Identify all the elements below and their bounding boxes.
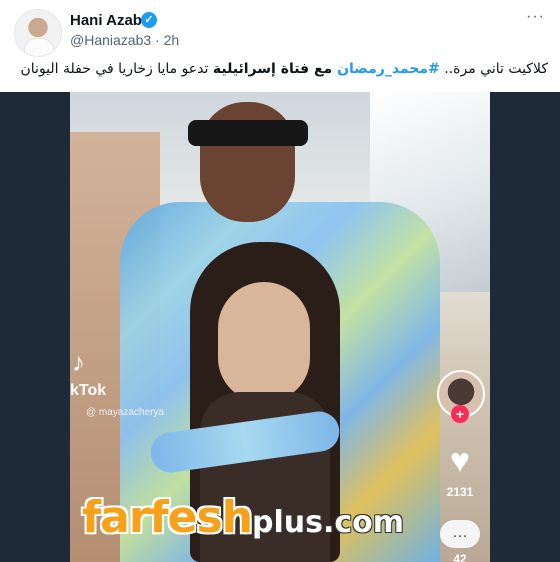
watermark-main: farfesh	[82, 492, 253, 543]
tiktok-handle: @ mayazacherya	[86, 407, 164, 418]
tweet-text-part1: كلاكيت تاني مرة..	[439, 61, 548, 77]
tweet-media[interactable]: ♪ kTok @ mayazacherya + ♥ 2131 … 42 farf…	[0, 92, 560, 562]
tweet-time[interactable]: 2h	[164, 32, 180, 48]
site-watermark: farfeshplus.com	[82, 492, 404, 543]
author-handle[interactable]: @Haniazab3	[70, 32, 151, 48]
comment-count: 42	[453, 552, 467, 562]
more-horizontal-icon[interactable]: ···	[526, 8, 545, 26]
author-avatar[interactable]	[14, 9, 62, 57]
like-count: 2131	[446, 485, 474, 499]
heart-icon[interactable]: ♥	[438, 442, 482, 481]
separator-dot: ·	[155, 32, 160, 48]
handle-row: @Haniazab3 · 2h	[70, 32, 179, 48]
tiktok-label: kTok	[70, 382, 107, 399]
sunglasses	[188, 120, 308, 146]
verified-badge-icon: ✓	[141, 12, 157, 28]
tiktok-logo-icon: ♪	[72, 347, 85, 377]
tweet-text-bold: مع فتاة إسرائيلية	[212, 61, 338, 77]
author-name[interactable]: Hani Azab	[70, 12, 142, 29]
hashtag-link[interactable]: #محمد_رمضان	[337, 61, 440, 77]
follow-plus-icon[interactable]: +	[451, 405, 469, 423]
woman-face	[218, 282, 310, 402]
tweet-text: كلاكيت تاني مرة.. #محمد_رمضان مع فتاة إس…	[21, 61, 549, 77]
tweet-header: Hani Azab ✓ @Haniazab3 · 2h ··· كلاكيت ت…	[0, 0, 560, 92]
tweet-text-part3: تدعو مايا زخاريا في حفلة اليونان	[20, 61, 213, 77]
comment-icon[interactable]: …	[440, 520, 480, 548]
watermark-suffix: plus.com	[252, 505, 405, 540]
